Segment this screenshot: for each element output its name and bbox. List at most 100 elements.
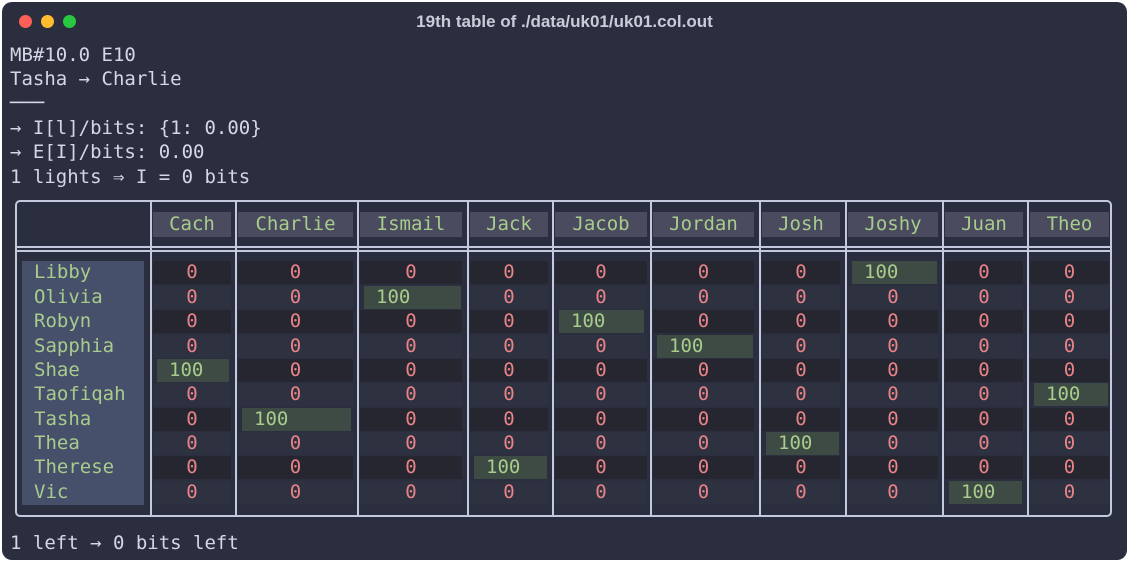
table-cell: 0: [1030, 481, 1109, 504]
table-cell: 0: [762, 456, 840, 479]
table-cell: 0: [238, 310, 353, 333]
table-cell: 0: [653, 286, 754, 309]
table-cell: 0: [1030, 335, 1109, 358]
column-separator: [942, 202, 944, 517]
table-cell: 0: [470, 335, 548, 358]
column-separator: [235, 202, 237, 517]
header-line-rule: ───: [10, 92, 45, 114]
table-cell: 0: [153, 432, 231, 455]
window-title: 19th table of ./data/uk01/uk01.col.out: [416, 12, 713, 31]
table-cell: 0: [1030, 456, 1109, 479]
table-cell: 0: [848, 432, 938, 455]
table-cell: 0: [360, 456, 462, 479]
match-cell: 100: [364, 286, 461, 309]
table-cell: 0: [360, 432, 462, 455]
column-header: Jacob: [555, 212, 647, 237]
table-cell: 0: [555, 408, 647, 431]
terminal-window: 19th table of ./data/uk01/uk01.col.out M…: [2, 2, 1127, 560]
table-cell: 0: [470, 432, 548, 455]
table-cell: 0: [762, 481, 840, 504]
match-cell: 100: [657, 335, 753, 358]
header-divider: [15, 246, 1112, 248]
table-cell: 0: [762, 286, 840, 309]
table-cell: 0: [555, 432, 647, 455]
table-cell: 0: [945, 310, 1023, 333]
match-cell: 100: [852, 261, 937, 284]
table-cell: 0: [238, 286, 353, 309]
header-line-pair: Tasha → Charlie: [10, 68, 182, 90]
table-cell: 0: [848, 359, 938, 382]
column-separator: [467, 202, 469, 517]
table-cell: 0: [238, 335, 353, 358]
match-cell: 100: [474, 456, 547, 479]
column-separator: [650, 202, 652, 517]
table-cell: 0: [360, 335, 462, 358]
column-header: Jack: [470, 212, 548, 237]
table-cell: 0: [762, 408, 840, 431]
table-cell: 0: [470, 481, 548, 504]
row-label: Thea: [22, 432, 144, 455]
column-header: Ismail: [360, 212, 462, 237]
table-cell: 0: [762, 359, 840, 382]
table-cell: 0: [360, 481, 462, 504]
table-cell: 0: [848, 310, 938, 333]
table-cell: 0: [555, 383, 647, 406]
column-header: Theo: [1030, 212, 1109, 237]
row-label: Shae: [22, 359, 144, 382]
column-separator: [845, 202, 847, 517]
table-cell: 0: [848, 456, 938, 479]
column-separator: [1027, 202, 1029, 517]
table-cell: 0: [555, 359, 647, 382]
column-separator: [150, 202, 152, 517]
table-cell: 0: [470, 310, 548, 333]
header-line-mb: MB#10.0 E10: [10, 44, 136, 66]
column-separator: [759, 202, 761, 517]
table-cell: 0: [653, 383, 754, 406]
table-cell: 0: [153, 456, 231, 479]
table-cell: 0: [153, 310, 231, 333]
table-cell: 0: [153, 481, 231, 504]
match-cell: 100: [766, 432, 839, 455]
table-cell: 0: [653, 359, 754, 382]
table-cell: 0: [945, 408, 1023, 431]
table-cell: 0: [238, 432, 353, 455]
row-label: Libby: [22, 261, 144, 284]
row-label: Taofiqah: [22, 383, 144, 406]
table-cell: 0: [555, 481, 647, 504]
table-cell: 0: [762, 261, 840, 284]
table-cell: 0: [555, 286, 647, 309]
table-cell: 0: [153, 335, 231, 358]
column-header: Juan: [945, 212, 1023, 237]
match-cell: 100: [1034, 383, 1108, 406]
table-cell: 0: [238, 359, 353, 382]
table-cell: 0: [470, 286, 548, 309]
column-header: Jordan: [653, 212, 754, 237]
table-cell: 0: [360, 408, 462, 431]
row-label: Robyn: [22, 310, 144, 333]
table-cell: 0: [555, 456, 647, 479]
title-bar: 19th table of ./data/uk01/uk01.col.out: [2, 2, 1127, 40]
table-cell: 0: [1030, 359, 1109, 382]
table-cell: 0: [360, 310, 462, 333]
table-cell: 0: [470, 383, 548, 406]
table-cell: 0: [555, 335, 647, 358]
match-cell: 100: [559, 310, 644, 333]
row-label: Olivia: [22, 286, 144, 309]
table-cell: 0: [945, 432, 1023, 455]
table-cell: 0: [238, 383, 353, 406]
table-cell: 0: [653, 456, 754, 479]
column-header: Charlie: [238, 212, 353, 237]
table-cell: 0: [153, 286, 231, 309]
table-cell: 0: [238, 481, 353, 504]
header-line-lights: 1 lights ⇒ I = 0 bits: [10, 166, 251, 188]
header-line-il: → I[l]/bits: {1: 0.00}: [10, 117, 262, 139]
row-label: Sapphia: [22, 335, 144, 358]
table-cell: 0: [653, 481, 754, 504]
column-header: Cach: [153, 212, 231, 237]
table-cell: 0: [153, 383, 231, 406]
row-label: Therese: [22, 456, 144, 479]
table-cell: 0: [470, 261, 548, 284]
footer-line: 1 left → 0 bits left: [10, 532, 239, 554]
table-cell: 0: [153, 261, 231, 284]
header-divider-second: [15, 250, 1112, 252]
